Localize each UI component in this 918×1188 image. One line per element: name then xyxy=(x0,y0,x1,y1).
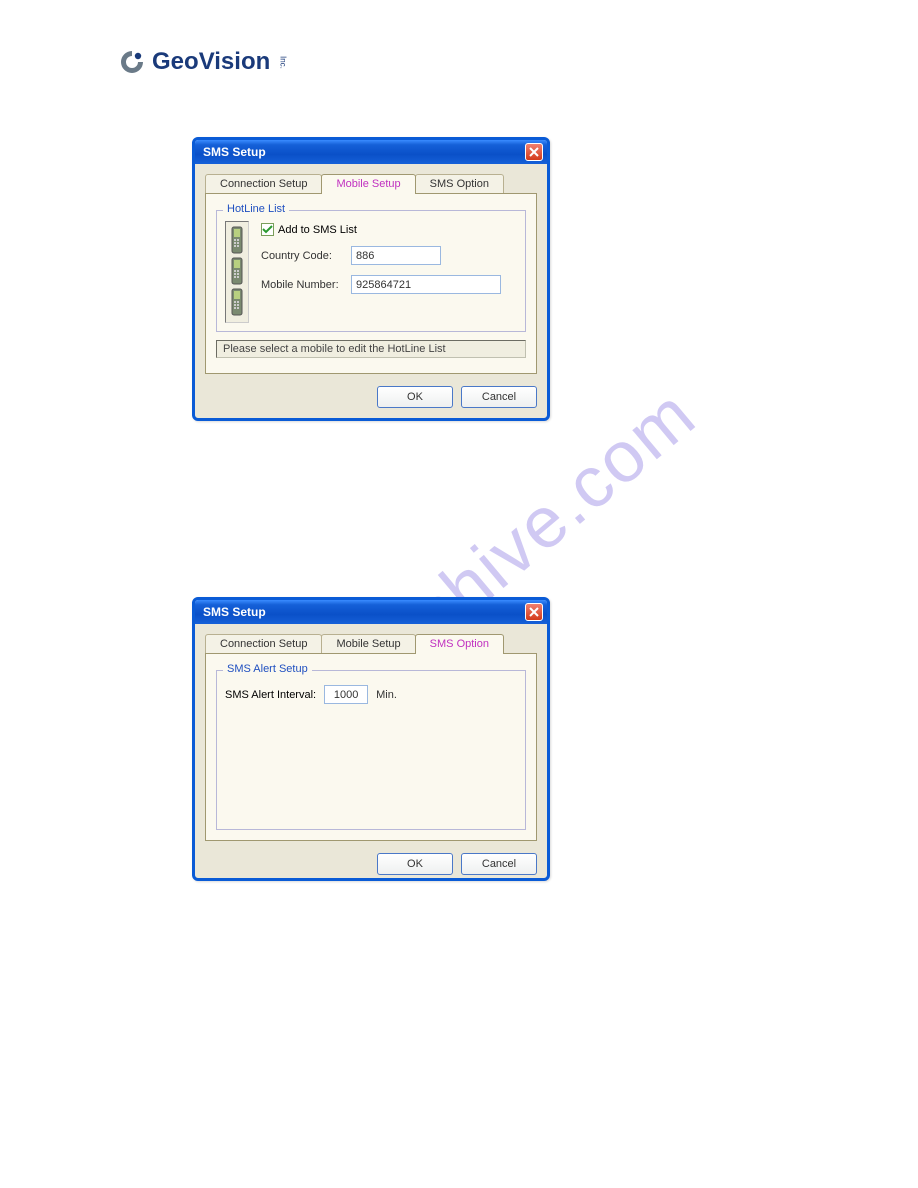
mobile-number-label: Mobile Number: xyxy=(261,279,351,291)
country-code-label: Country Code: xyxy=(261,250,351,262)
tab-mobile-setup[interactable]: Mobile Setup xyxy=(321,174,415,194)
tab-connection-setup[interactable]: Connection Setup xyxy=(205,174,322,193)
sms-alert-interval-input[interactable] xyxy=(324,685,368,704)
logo-geo: Geo xyxy=(152,48,199,75)
cancel-button[interactable]: Cancel xyxy=(461,853,537,875)
cancel-button[interactable]: Cancel xyxy=(461,386,537,408)
close-button[interactable] xyxy=(525,603,543,621)
add-to-sms-list-checkbox[interactable] xyxy=(261,223,274,236)
sms-alert-setup-group: SMS Alert Setup SMS Alert Interval: Min. xyxy=(216,670,526,830)
phone-icon[interactable] xyxy=(229,226,245,254)
logo-vision: Vision xyxy=(199,48,271,75)
checkmark-icon xyxy=(262,224,273,235)
tab-connection-setup[interactable]: Connection Setup xyxy=(205,634,322,653)
hotline-list-group: HotLine List xyxy=(216,210,526,332)
window-title: SMS Setup xyxy=(203,605,525,619)
status-message: Please select a mobile to edit the HotLi… xyxy=(216,340,526,358)
close-icon xyxy=(529,607,539,617)
mobile-number-input[interactable] xyxy=(351,275,501,294)
tab-panel-sms-option: SMS Alert Setup SMS Alert Interval: Min. xyxy=(205,653,537,841)
tab-mobile-setup[interactable]: Mobile Setup xyxy=(321,634,415,653)
ok-button[interactable]: OK xyxy=(377,386,453,408)
phone-icon[interactable] xyxy=(229,288,245,316)
interval-unit: Min. xyxy=(376,689,397,701)
phone-list[interactable] xyxy=(225,221,249,323)
sms-alert-interval-label: SMS Alert Interval: xyxy=(225,689,316,701)
window-title: SMS Setup xyxy=(203,145,525,159)
sms-setup-dialog-option: SMS Setup Connection Setup Mobile Setup … xyxy=(192,597,550,881)
tab-strip: Connection Setup Mobile Setup SMS Option xyxy=(205,634,537,653)
logo-inc: Inc. xyxy=(278,56,287,69)
tab-panel-mobile: HotLine List xyxy=(205,193,537,374)
tab-strip: Connection Setup Mobile Setup SMS Option xyxy=(205,174,537,193)
brand-logo: GeoVision Inc. xyxy=(118,48,287,76)
group-title: SMS Alert Setup xyxy=(223,663,312,675)
close-button[interactable] xyxy=(525,143,543,161)
phone-icon[interactable] xyxy=(229,257,245,285)
close-icon xyxy=(529,147,539,157)
ok-button[interactable]: OK xyxy=(377,853,453,875)
group-title: HotLine List xyxy=(223,203,289,215)
tab-sms-option[interactable]: SMS Option xyxy=(415,634,504,654)
logo-icon xyxy=(118,48,146,76)
add-to-sms-list-label: Add to SMS List xyxy=(278,224,357,236)
sms-setup-dialog-mobile: SMS Setup Connection Setup Mobile Setup … xyxy=(192,137,550,421)
title-bar[interactable]: SMS Setup xyxy=(195,140,547,164)
title-bar[interactable]: SMS Setup xyxy=(195,600,547,624)
country-code-input[interactable] xyxy=(351,246,441,265)
tab-sms-option[interactable]: SMS Option xyxy=(415,174,504,193)
logo-text: GeoVision xyxy=(152,48,270,76)
